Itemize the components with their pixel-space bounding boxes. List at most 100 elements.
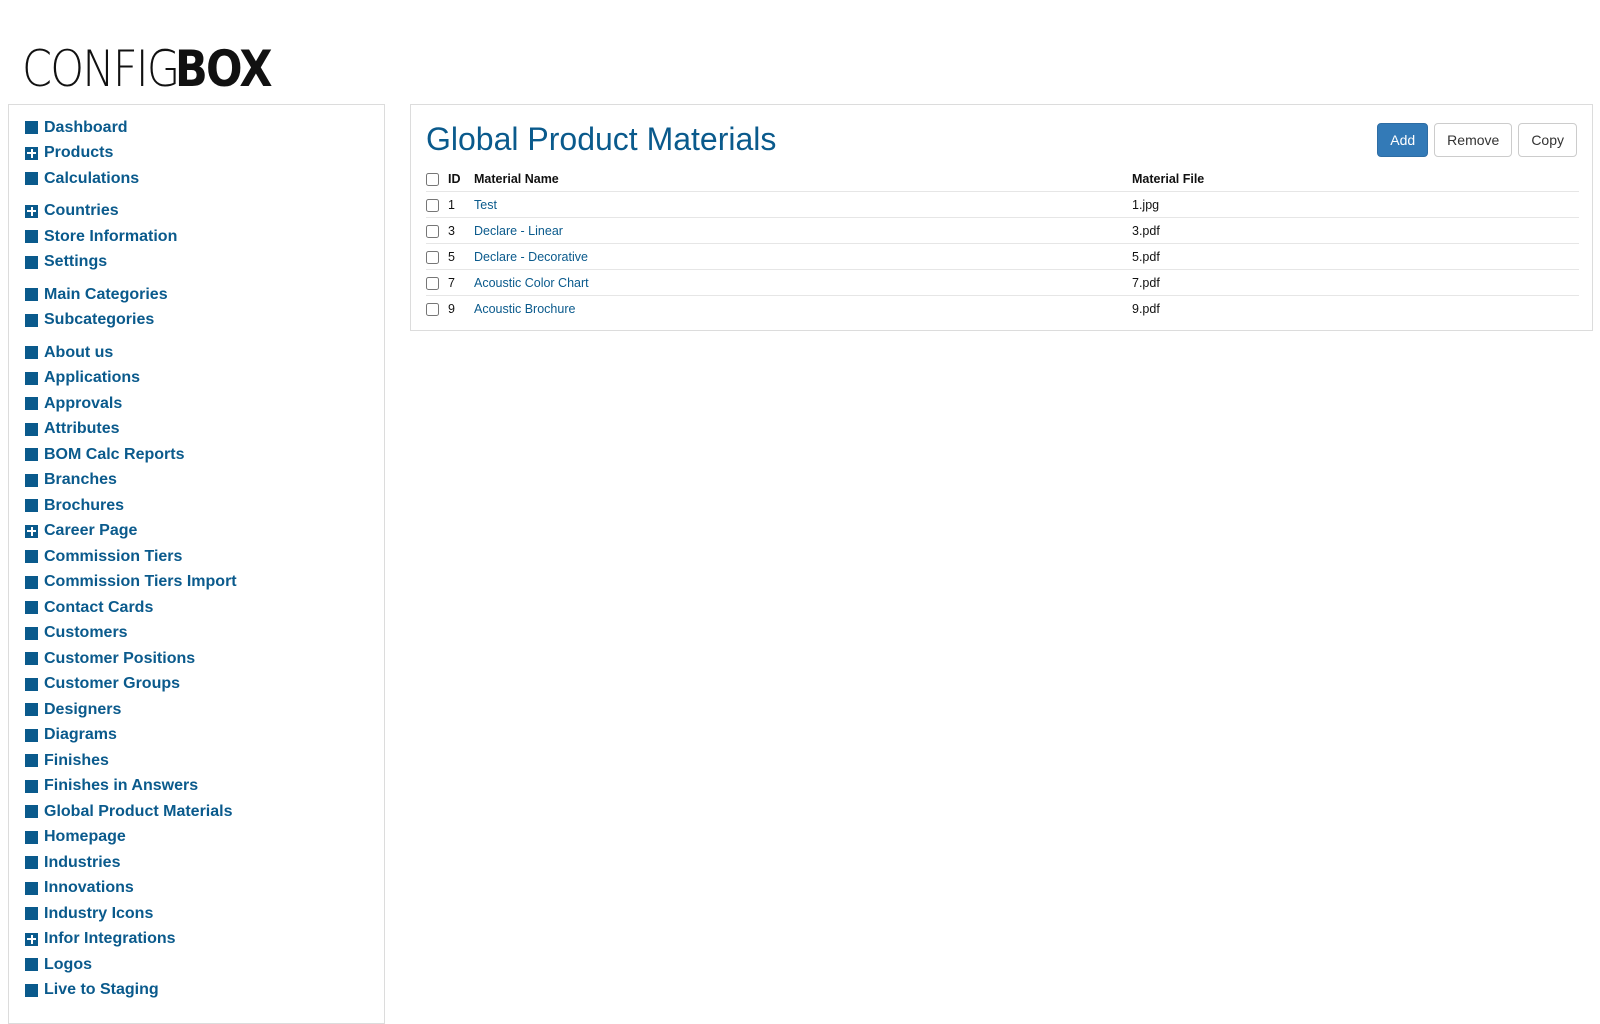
sidebar-item-global-product-materials[interactable]: Global Product Materials (9, 799, 384, 825)
sidebar-group: About us Applications Approvals Attributes B… (9, 340, 384, 1003)
add-button[interactable]: Add (1377, 123, 1429, 157)
sidebar-item-label: Contact Cards (44, 598, 154, 616)
select-all-checkbox[interactable] (426, 173, 439, 187)
sidebar-item-commission-tiers-import[interactable]: Commission Tiers Import (9, 570, 384, 596)
row-select-cell (426, 217, 444, 244)
row-checkbox[interactable] (426, 302, 439, 316)
square-bullet-icon (25, 728, 38, 742)
remove-button[interactable]: Remove (1434, 123, 1513, 157)
square-bullet-icon (25, 255, 38, 269)
cell-material-name: Declare - Linear (470, 217, 1128, 244)
square-bullet-icon (25, 448, 38, 462)
logo-text-bold: BOX (175, 40, 273, 98)
square-bullet-icon (25, 958, 38, 972)
expand-plus-icon[interactable] (25, 932, 38, 946)
sidebar-item-commission-tiers[interactable]: Commission Tiers (9, 544, 384, 570)
sidebar-item-products[interactable]: Products (9, 141, 384, 167)
square-bullet-icon (25, 907, 38, 921)
sidebar-item-live-to-staging[interactable]: Live to Staging (9, 978, 384, 1004)
square-bullet-icon (25, 473, 38, 487)
sidebar-item-label: Main Categories (44, 285, 168, 303)
square-bullet-icon (25, 856, 38, 870)
sidebar-item-homepage[interactable]: Homepage (9, 825, 384, 851)
sidebar-item-main-categories[interactable]: Main Categories (9, 282, 384, 308)
copy-button[interactable]: Copy (1518, 123, 1577, 157)
sidebar-item-brochures[interactable]: Brochures (9, 493, 384, 519)
sidebar-item-customers[interactable]: Customers (9, 621, 384, 647)
material-name-link[interactable]: Acoustic Color Chart (474, 276, 589, 290)
row-checkbox[interactable] (426, 276, 439, 290)
sidebar-item-calculations[interactable]: Calculations (9, 166, 384, 192)
column-header-material-file[interactable]: Material File (1128, 167, 1579, 192)
sidebar-item-label: Commission Tiers (44, 547, 183, 565)
materials-table: ID Material Name Material File 1 Test 1.jp… (426, 167, 1579, 321)
material-name-link[interactable]: Declare - Linear (474, 224, 563, 238)
sidebar-item-innovations[interactable]: Innovations (9, 876, 384, 902)
table-header-row: ID Material Name Material File (426, 167, 1579, 192)
sidebar-item-about-us[interactable]: About us (9, 340, 384, 366)
sidebar-item-industry-icons[interactable]: Industry Icons (9, 901, 384, 927)
cell-id: 3 (444, 217, 470, 244)
sidebar-item-bom-calc-reports[interactable]: BOM Calc Reports (9, 442, 384, 468)
sidebar-item-label: Countries (44, 202, 119, 220)
sidebar-group: Countries Store Information Settings (9, 199, 384, 276)
row-checkbox[interactable] (426, 224, 439, 238)
logo-text-light: CONFIG (22, 40, 180, 98)
sidebar-item-label: Products (44, 144, 114, 162)
sidebar-item-countries[interactable]: Countries (9, 199, 384, 225)
sidebar-item-logos[interactable]: Logos (9, 952, 384, 978)
sidebar-item-label: Finishes in Answers (44, 777, 199, 795)
square-bullet-icon (25, 550, 38, 564)
sidebar-item-label: Brochures (44, 496, 125, 514)
sidebar-item-dashboard[interactable]: Dashboard (9, 115, 384, 141)
square-bullet-icon (25, 754, 38, 768)
sidebar-item-finishes[interactable]: Finishes (9, 748, 384, 774)
column-header-id[interactable]: ID (444, 167, 470, 192)
sidebar-item-label: Infor Integrations (44, 930, 176, 948)
column-header-material-name[interactable]: Material Name (470, 167, 1128, 192)
sidebar-item-label: Applications (44, 369, 141, 387)
sidebar-item-career-page[interactable]: Career Page (9, 519, 384, 545)
square-bullet-icon (25, 575, 38, 589)
sidebar-item-finishes-in-answers[interactable]: Finishes in Answers (9, 774, 384, 800)
sidebar-item-label: Career Page (44, 522, 138, 540)
row-checkbox[interactable] (426, 250, 439, 264)
cell-material-file: 3.pdf (1128, 217, 1579, 244)
sidebar-nav: Dashboard Products Calculations Countries St… (8, 104, 385, 1024)
sidebar-item-branches[interactable]: Branches (9, 468, 384, 494)
square-bullet-icon (25, 371, 38, 385)
sidebar-group: Dashboard Products Calculations (9, 115, 384, 192)
material-name-link[interactable]: Declare - Decorative (474, 250, 588, 264)
sidebar-item-contact-cards[interactable]: Contact Cards (9, 595, 384, 621)
sidebar-item-designers[interactable]: Designers (9, 697, 384, 723)
square-bullet-icon (25, 779, 38, 793)
material-name-link[interactable]: Test (474, 198, 497, 212)
expand-plus-icon[interactable] (25, 146, 38, 160)
sidebar-item-subcategories[interactable]: Subcategories (9, 308, 384, 334)
configbox-logo: CONFIG BOX (22, 36, 286, 94)
expand-plus-icon[interactable] (25, 524, 38, 538)
sidebar-item-label: Subcategories (44, 311, 155, 329)
cell-material-file: 7.pdf (1128, 269, 1579, 296)
row-checkbox[interactable] (426, 198, 439, 212)
sidebar-item-settings[interactable]: Settings (9, 250, 384, 276)
sidebar-item-label: Attributes (44, 420, 120, 438)
toolbar: Add Remove Copy (1377, 123, 1577, 157)
sidebar-item-customer-positions[interactable]: Customer Positions (9, 646, 384, 672)
sidebar-item-infor-integrations[interactable]: Infor Integrations (9, 927, 384, 953)
sidebar-item-industries[interactable]: Industries (9, 850, 384, 876)
sidebar-item-label: Dashboard (44, 118, 128, 136)
sidebar-item-label: Customer Positions (44, 649, 196, 667)
sidebar-item-store-information[interactable]: Store Information (9, 224, 384, 250)
sidebar-item-customer-groups[interactable]: Customer Groups (9, 672, 384, 698)
expand-plus-icon[interactable] (25, 204, 38, 218)
material-name-link[interactable]: Acoustic Brochure (474, 302, 575, 316)
sidebar-item-attributes[interactable]: Attributes (9, 417, 384, 443)
sidebar-item-approvals[interactable]: Approvals (9, 391, 384, 417)
square-bullet-icon (25, 422, 38, 436)
sidebar-item-diagrams[interactable]: Diagrams (9, 723, 384, 749)
row-select-cell (426, 269, 444, 296)
square-bullet-icon (25, 397, 38, 411)
square-bullet-icon (25, 881, 38, 895)
sidebar-item-applications[interactable]: Applications (9, 366, 384, 392)
